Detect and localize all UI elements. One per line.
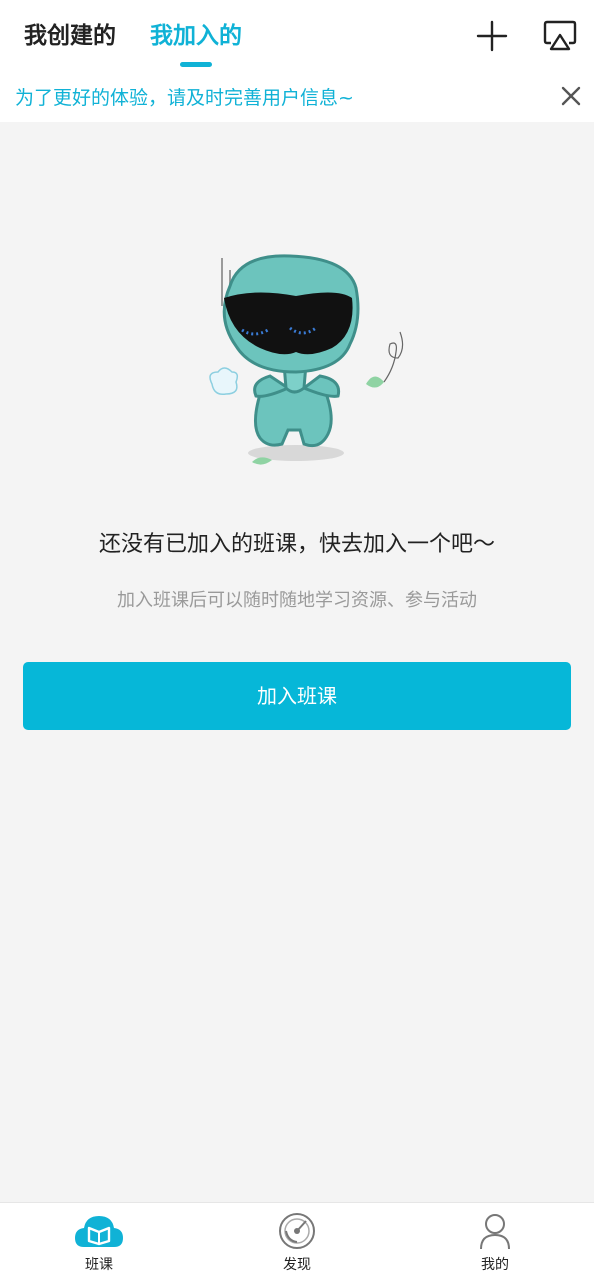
nav-item-discover[interactable]: 发现 [237,1203,357,1280]
nav-item-mine[interactable]: 我的 [435,1203,555,1280]
plus-icon[interactable] [474,18,510,54]
top-bar: 我创建的 我加入的 [0,0,594,76]
screen-cast-icon[interactable] [542,18,578,54]
compass-icon [279,1213,315,1249]
person-icon [480,1214,510,1250]
mascot-illustration [209,254,404,465]
bottom-navigation: 班课 发现 我的 [0,1202,594,1280]
notice-text[interactable]: 为了更好的体验，请及时完善用户信息~ [15,84,354,112]
close-icon[interactable] [558,83,584,109]
tab-created[interactable]: 我创建的 [24,18,116,54]
nav-label-mine: 我的 [481,1257,509,1273]
active-tab-indicator [180,62,212,67]
nav-item-classes[interactable]: 班课 [39,1203,159,1280]
nav-label-discover: 发现 [283,1257,311,1273]
empty-state-title: 还没有已加入的班课，快去加入一个吧～ [98,532,495,557]
join-class-button[interactable]: 加入班课 [23,662,571,730]
nav-label-classes: 班课 [85,1257,113,1273]
tab-joined[interactable]: 我加入的 [150,18,242,54]
profile-notice-banner: 为了更好的体验，请及时完善用户信息~ [0,76,594,122]
cloud-book-icon [75,1216,123,1247]
empty-state-subtitle: 加入班课后可以随时随地学习资源、参与活动 [117,590,477,611]
